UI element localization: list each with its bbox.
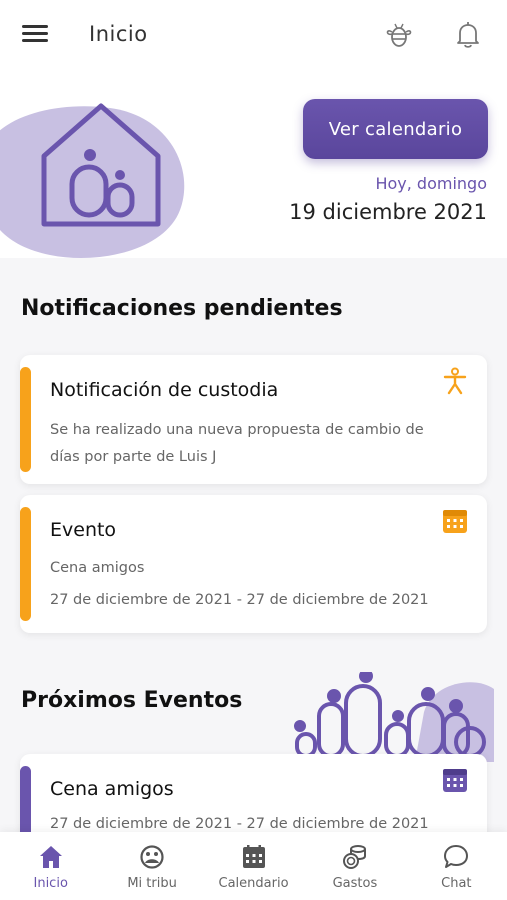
nav-label: Calendario (218, 876, 289, 891)
nav-label: Mi tribu (127, 876, 177, 891)
upcoming-events-title: Próximos Eventos (21, 688, 243, 713)
card-text-line: días por parte de Luis J (50, 449, 217, 465)
card-title: Evento (50, 519, 117, 541)
calendar-icon (443, 769, 467, 792)
home-icon (39, 846, 62, 868)
person-icon (443, 367, 467, 395)
custody-notification-card[interactable]: Notificación de custodia Se ha realizado… (20, 355, 487, 484)
card-accent-bar (20, 367, 31, 472)
tribe-icon (140, 845, 164, 869)
card-title: Cena amigos (50, 778, 174, 800)
nav-label: Gastos (332, 876, 378, 891)
bottom-navigation: Inicio Mi tribu Calendario Gastos Chat (0, 832, 507, 900)
hero-section: Ver calendario Hoy, domingo 19 diciembre… (0, 70, 507, 258)
family-house-icon (41, 103, 161, 227)
calendar-icon (242, 845, 265, 868)
today-date: 19 diciembre 2021 (289, 200, 487, 224)
card-text-line: 27 de diciembre de 2021 - 27 de diciembr… (50, 592, 429, 608)
nav-item-gastos[interactable]: Gastos (304, 832, 405, 900)
card-text-line: Cena amigos (50, 560, 145, 576)
event-notification-card[interactable]: Evento Cena amigos 27 de diciembre de 20… (20, 495, 487, 633)
coins-icon (342, 845, 366, 869)
today-label: Hoy, domingo (375, 174, 487, 193)
nav-item-inicio[interactable]: Inicio (0, 832, 101, 900)
top-app-bar: Inicio (0, 0, 507, 70)
nav-label: Inicio (33, 876, 68, 891)
nav-item-calendario[interactable]: Calendario (203, 832, 304, 900)
card-text-line: Se ha realizado una nueva propuesta de c… (50, 422, 424, 438)
chat-icon (444, 845, 469, 868)
nav-item-chat[interactable]: Chat (406, 832, 507, 900)
view-calendar-button[interactable]: Ver calendario (303, 99, 488, 159)
bell-icon[interactable] (454, 20, 482, 50)
pending-notifications-title: Notificaciones pendientes (21, 296, 343, 321)
menu-icon[interactable] (22, 22, 48, 48)
card-title: Notificación de custodia (50, 379, 279, 401)
calendar-icon (443, 510, 467, 533)
card-accent-bar (20, 507, 31, 621)
page-title: Inicio (89, 22, 148, 46)
nav-label: Chat (441, 876, 472, 891)
nav-item-mi-tribu[interactable]: Mi tribu (101, 832, 202, 900)
tribe-illustration (294, 672, 494, 762)
bee-icon[interactable] (384, 20, 414, 50)
